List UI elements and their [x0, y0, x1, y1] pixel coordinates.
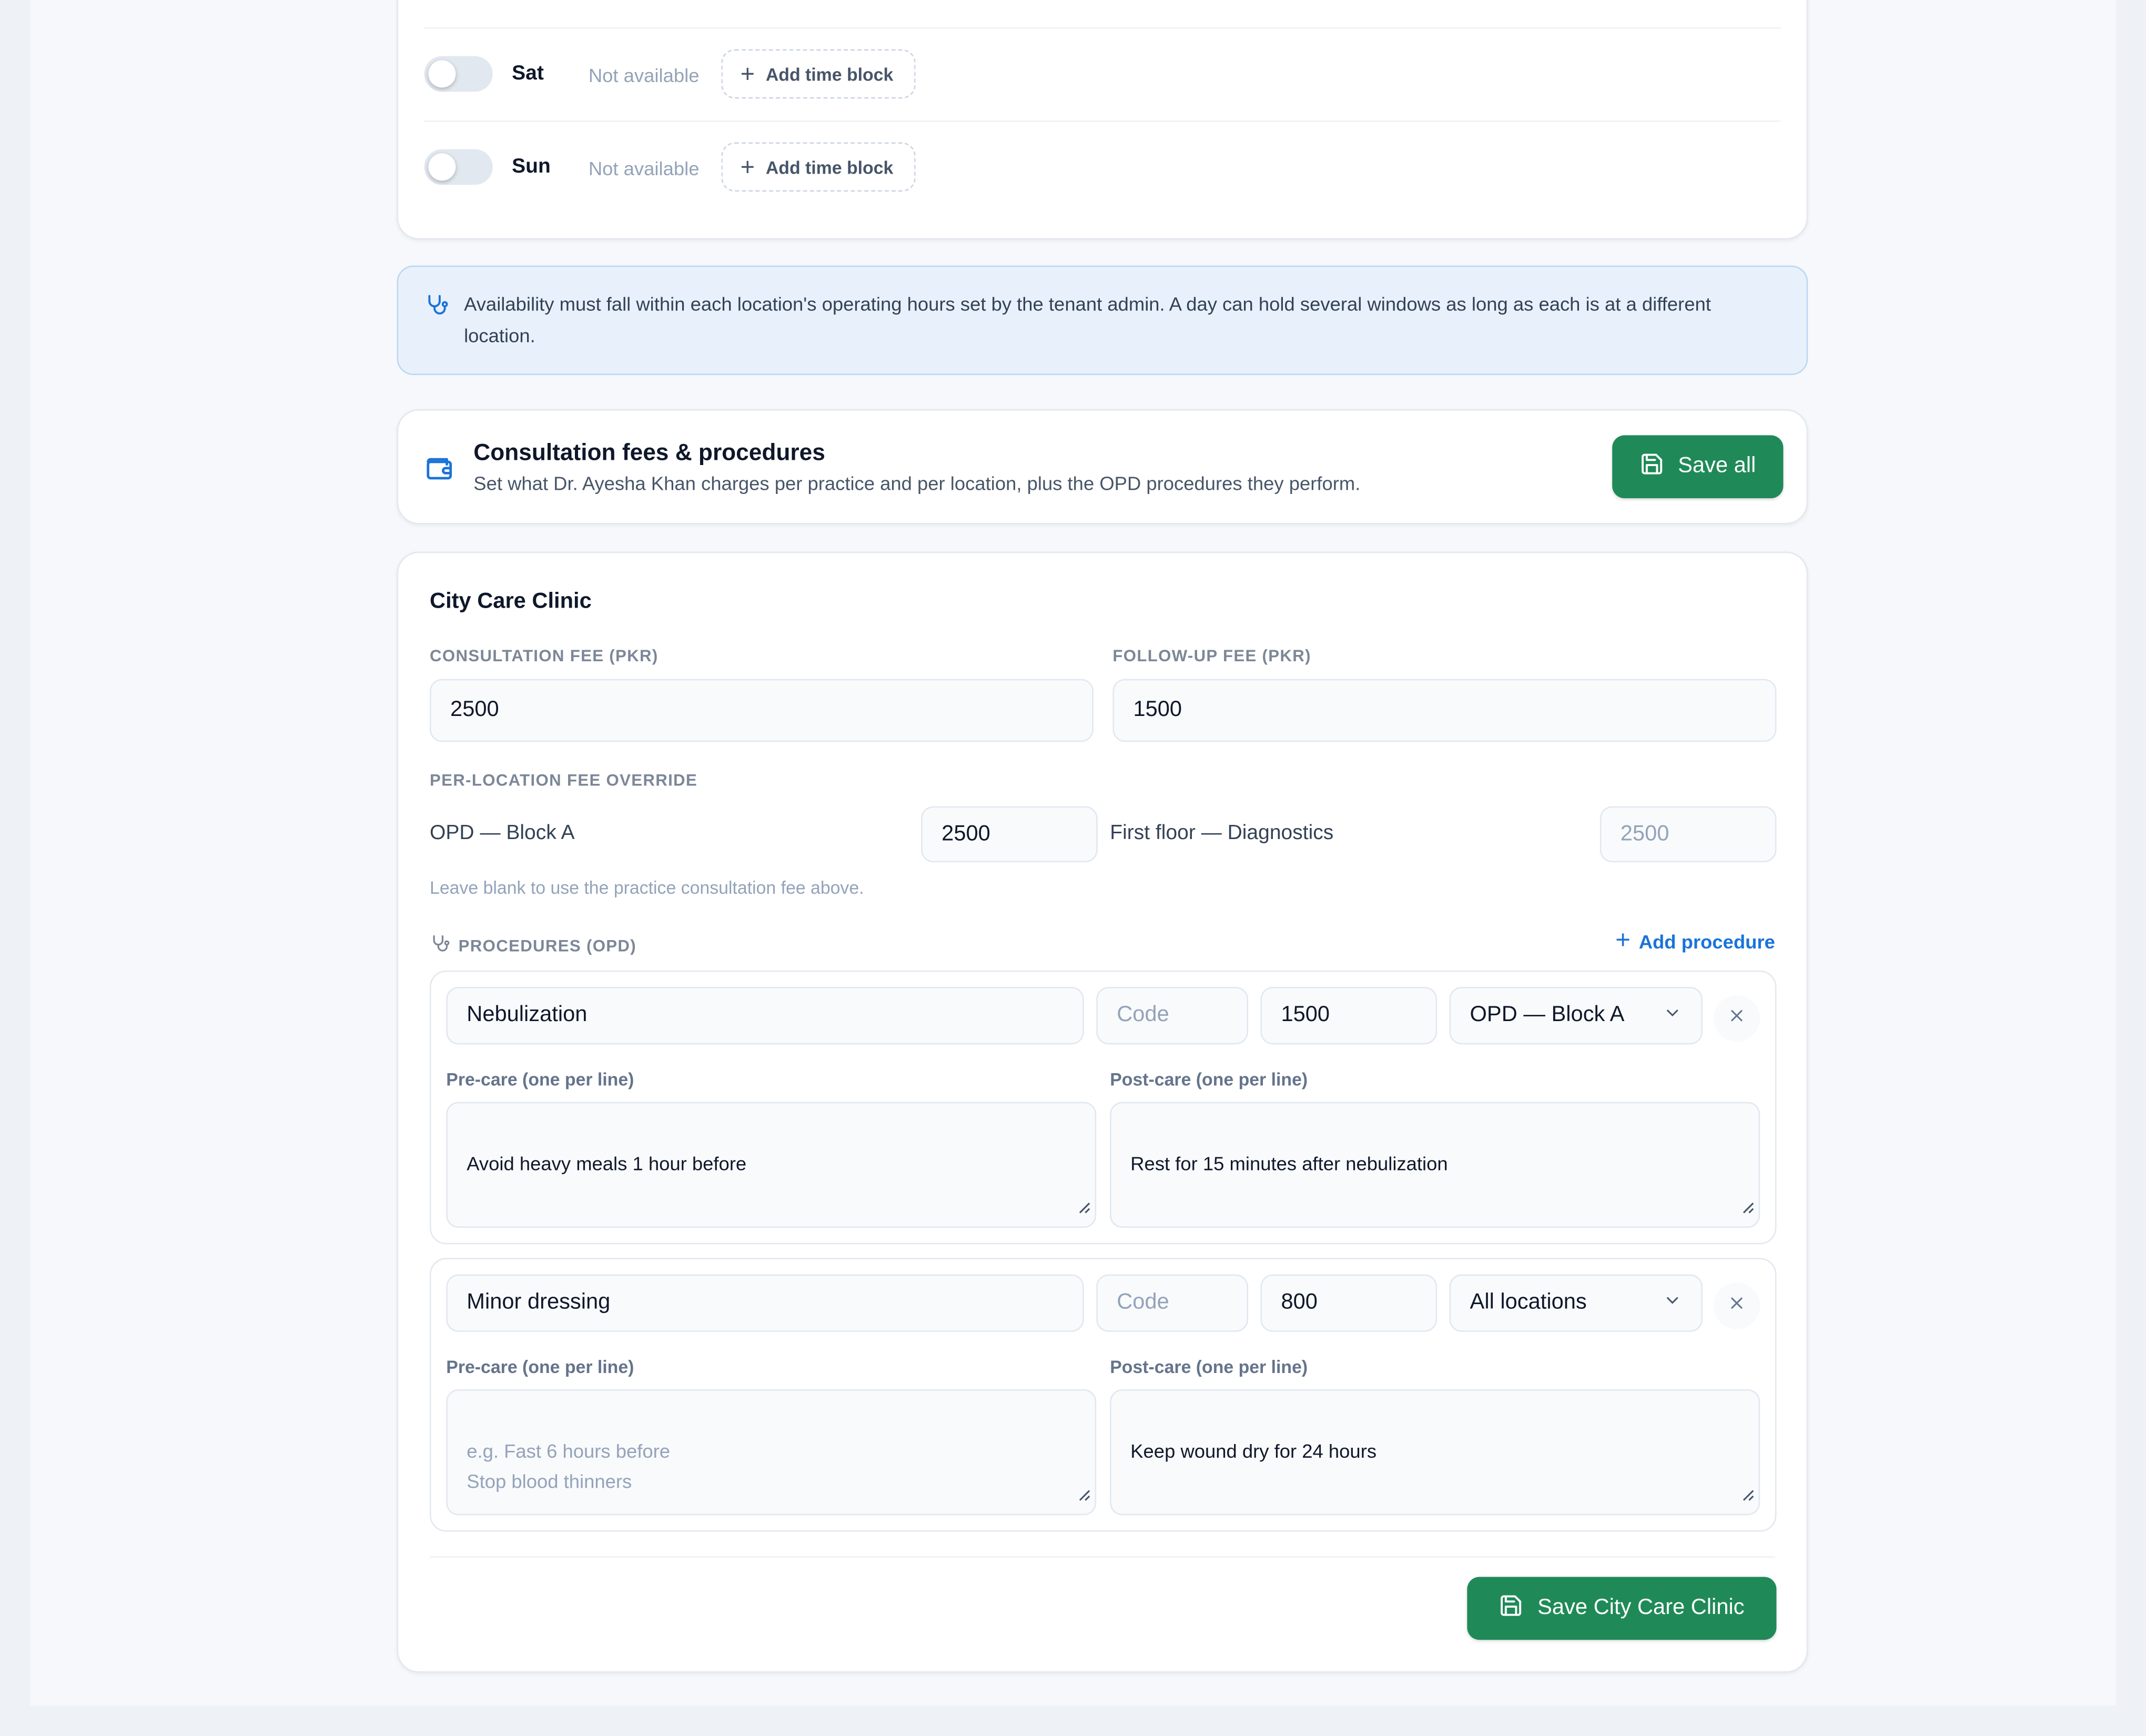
schedule-row-sun: Sun Not available + Add time block	[398, 126, 1806, 208]
procedure-item: Minor dressing Code 800 All locations Pr…	[430, 1258, 1777, 1532]
footer-divider	[430, 1556, 1775, 1558]
remove-procedure-button[interactable]	[1713, 1283, 1760, 1329]
procedure-price-input[interactable]: 1500	[1260, 987, 1438, 1045]
chevron-down-icon	[1663, 1003, 1682, 1028]
location-name: First floor — Diagnostics	[1110, 821, 1334, 845]
add-procedure-button[interactable]: + Add procedure	[1615, 928, 1775, 954]
selected-location: OPD — Block A	[1470, 1003, 1625, 1027]
procedure-name-input[interactable]: Minor dressing	[446, 1274, 1084, 1332]
post-care-textarea[interactable]: Rest for 15 minutes after nebulization	[1110, 1102, 1760, 1228]
post-care-text: Keep wound dry for 24 hours	[1130, 1440, 1377, 1462]
save-clinic-label: Save City Care Clinic	[1537, 1596, 1745, 1620]
day-label: Sat	[512, 62, 544, 85]
pre-care-label: Pre-care (one per line)	[446, 1356, 634, 1377]
add-time-block-label: Add time block	[765, 63, 894, 85]
row-divider	[424, 27, 1781, 29]
post-care-label: Post-care (one per line)	[1110, 1069, 1308, 1090]
availability-info-banner: Availability must fall within each locat…	[397, 265, 1808, 375]
procedure-location-select[interactable]: OPD — Block A	[1449, 987, 1703, 1045]
save-icon	[1639, 451, 1664, 482]
consultation-fee-label: CONSULTATION FEE (PKR)	[430, 646, 659, 665]
add-time-block-button-sat[interactable]: + Add time block	[721, 49, 916, 99]
procedure-item: Nebulization Code 1500 OPD — Block A Pre…	[430, 970, 1777, 1245]
fee-override-label: PER-LOCATION FEE OVERRIDE	[430, 770, 698, 790]
fees-header-card: Consultation fees & procedures Set what …	[397, 409, 1808, 524]
wallet-icon	[424, 453, 454, 490]
followup-fee-input[interactable]: 1500	[1112, 679, 1777, 742]
resize-handle-icon[interactable]	[1077, 1480, 1091, 1510]
save-all-button[interactable]: Save all	[1612, 435, 1784, 499]
day-label: Sun	[512, 155, 551, 178]
clinic-fees-card: City Care Clinic CONSULTATION FEE (PKR) …	[397, 551, 1808, 1673]
plus-icon: +	[740, 60, 755, 88]
consultation-fee-input[interactable]: 2500	[430, 679, 1094, 742]
stethoscope-icon	[424, 293, 449, 325]
section-title: Consultation fees & procedures	[473, 439, 825, 466]
close-icon	[1727, 1005, 1746, 1031]
location-fee-input-first-floor[interactable]: 2500	[1600, 806, 1777, 863]
chevron-down-icon	[1663, 1290, 1682, 1316]
post-care-text: Rest for 15 minutes after nebulization	[1130, 1152, 1448, 1175]
add-time-block-button-sun[interactable]: + Add time block	[721, 142, 916, 192]
pre-care-label: Pre-care (one per line)	[446, 1069, 634, 1090]
procedure-code-input[interactable]: Code	[1096, 987, 1249, 1045]
availability-status: Not available	[588, 64, 700, 86]
add-procedure-label: Add procedure	[1638, 930, 1775, 952]
row-divider	[424, 120, 1781, 122]
location-fee-input-opd-block-a[interactable]: 2500	[921, 806, 1098, 863]
pre-care-placeholder: e.g. Fast 6 hours before Stop blood thin…	[467, 1440, 671, 1492]
selected-location: All locations	[1470, 1290, 1587, 1314]
schedule-row-sat: Sat Not available + Add time block	[398, 33, 1806, 115]
override-hint: Leave blank to use the practice consulta…	[430, 877, 864, 898]
resize-handle-icon[interactable]	[1077, 1192, 1091, 1222]
pre-care-text: Avoid heavy meals 1 hour before	[467, 1152, 747, 1175]
followup-fee-label: FOLLOW-UP FEE (PKR)	[1112, 646, 1311, 665]
pre-care-textarea[interactable]: e.g. Fast 6 hours before Stop blood thin…	[446, 1389, 1097, 1516]
availability-toggle-sun[interactable]	[424, 149, 493, 185]
post-care-textarea[interactable]: Keep wound dry for 24 hours	[1110, 1389, 1760, 1516]
pre-care-textarea[interactable]: Avoid heavy meals 1 hour before	[446, 1102, 1097, 1228]
remove-procedure-button[interactable]	[1713, 995, 1760, 1042]
info-text: Availability must fall within each locat…	[464, 292, 1711, 347]
procedure-code-input[interactable]: Code	[1096, 1274, 1249, 1332]
stethoscope-icon	[430, 934, 450, 958]
plus-icon: +	[1615, 926, 1631, 956]
location-name: OPD — Block A	[430, 821, 575, 845]
resize-handle-icon[interactable]	[1741, 1192, 1755, 1222]
resize-handle-icon[interactable]	[1741, 1480, 1755, 1510]
procedures-heading: PROCEDURES (OPD)	[430, 934, 636, 958]
add-time-block-label: Add time block	[765, 156, 894, 177]
close-icon	[1727, 1293, 1746, 1319]
procedure-price-input[interactable]: 800	[1260, 1274, 1438, 1332]
availability-toggle-sat[interactable]	[424, 56, 493, 92]
plus-icon: +	[740, 153, 755, 181]
clinic-name: City Care Clinic	[430, 590, 592, 613]
save-all-label: Save all	[1678, 454, 1756, 478]
save-icon	[1499, 1592, 1524, 1624]
section-subtitle: Set what Dr. Ayesha Khan charges per pra…	[473, 472, 1361, 494]
procedure-location-select[interactable]: All locations	[1449, 1274, 1703, 1332]
procedure-name-input[interactable]: Nebulization	[446, 987, 1084, 1045]
page-content: Sat Not available + Add time block Sun N…	[30, 0, 2116, 1706]
procedures-label: PROCEDURES (OPD)	[458, 936, 636, 956]
post-care-label: Post-care (one per line)	[1110, 1356, 1308, 1377]
weekly-schedule-card: Sat Not available + Add time block Sun N…	[397, 0, 1808, 240]
availability-status: Not available	[588, 157, 700, 179]
save-clinic-button[interactable]: Save City Care Clinic	[1467, 1577, 1777, 1640]
